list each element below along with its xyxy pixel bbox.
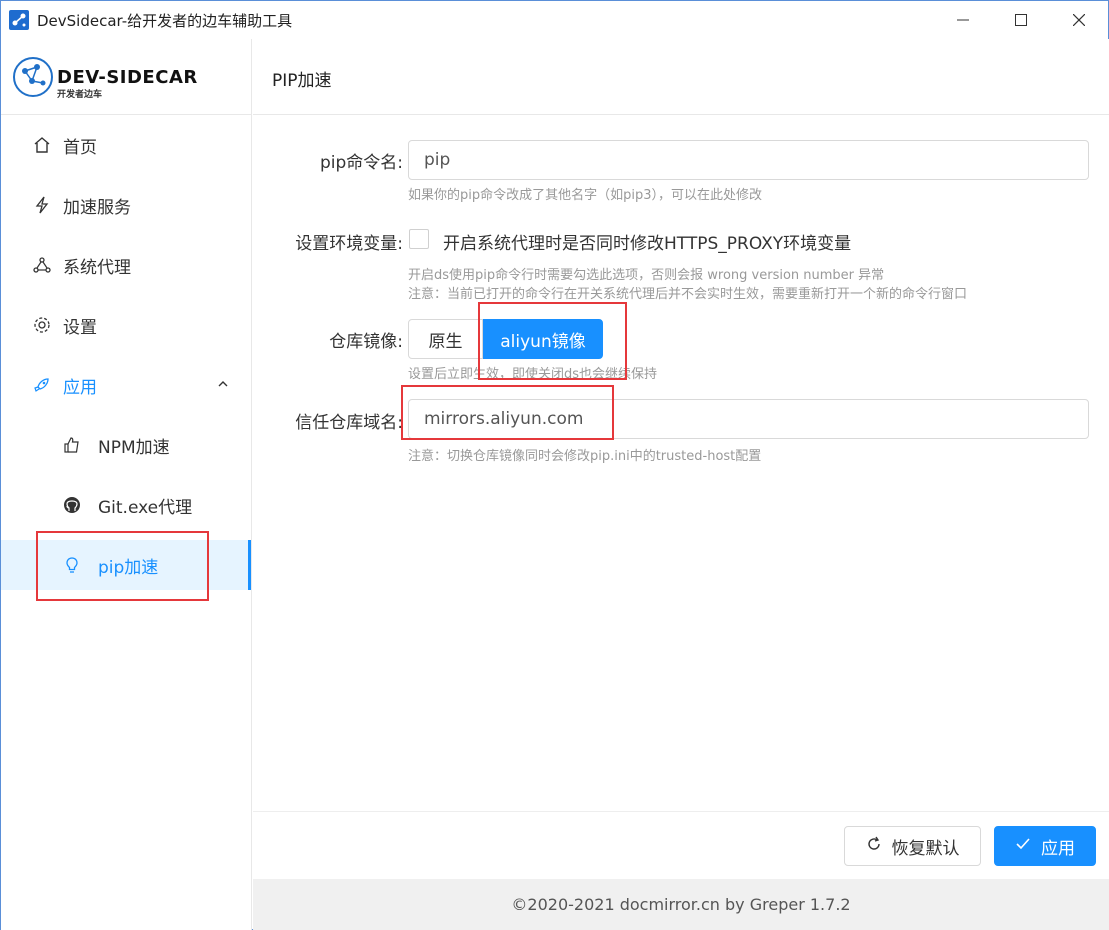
trusted-host-label: 信任仓库域名: (295, 413, 403, 433)
reset-label: 恢复默认 (891, 838, 960, 859)
title-bar[interactable]: DevSidecar-给开发者的边车辅助工具 (1, 1, 1108, 39)
logo-title: DEV-SIDECAR (57, 67, 198, 88)
maximize-icon (1015, 14, 1027, 26)
network-icon (33, 256, 51, 274)
refresh-icon (866, 836, 882, 857)
mirror-radio-group: 原生 aliyun镜像 (408, 319, 603, 359)
sidebar-item-settings[interactable]: 设置 (1, 300, 251, 350)
minimize-button[interactable] (934, 1, 992, 39)
pip-name-input[interactable]: pip (408, 140, 1089, 180)
apply-label: 应用 (1041, 838, 1075, 859)
action-bar: 恢复默认 应用 (253, 811, 1109, 879)
maximize-button[interactable] (992, 1, 1050, 39)
minimize-icon (957, 19, 969, 21)
window-title: DevSidecar-给开发者的边车辅助工具 (37, 12, 293, 30)
pip-name-help: 如果你的pip命令改成了其他名字（如pip3），可以在此处修改 (408, 188, 763, 203)
sidebar-item-npm[interactable]: NPM加速 (1, 420, 251, 470)
thumbs-up-icon (63, 436, 81, 454)
mirror-help: 设置后立即生效，即使关闭ds也会继续保持 (408, 367, 658, 382)
sidebar-item-apps[interactable]: 应用 (1, 360, 251, 410)
rocket-icon (33, 376, 51, 394)
sidebar-item-label: Git.exe代理 (98, 497, 193, 518)
trusted-host-help: 注意：切换仓库镜像同时会修改pip.ini中的trusted-host配置 (408, 449, 762, 464)
copyright: ©2020-2021 docmirror.cn by Greper 1.7.2 (253, 879, 1109, 930)
trusted-host-input[interactable]: mirrors.aliyun.com (408, 399, 1089, 439)
page-header: PIP加速 (253, 39, 1109, 115)
mirror-option-native[interactable]: 原生 (408, 319, 483, 359)
main-content: PIP加速 pip命令名: pip 如果你的pip命令改成了其他名字（如pip3… (253, 39, 1109, 930)
github-icon (63, 496, 81, 514)
bulb-icon (63, 556, 81, 574)
env-label: 设置环境变量: (295, 234, 403, 254)
app-icon (9, 10, 29, 30)
trusted-host-value: mirrors.aliyun.com (424, 409, 584, 429)
sidebar-item-home[interactable]: 首页 (1, 120, 251, 170)
gear-icon (33, 316, 51, 334)
sidebar-item-label: 首页 (63, 137, 97, 158)
sidebar-item-label: 系统代理 (63, 257, 131, 278)
lightning-icon (33, 196, 51, 214)
mirror-label: 仓库镜像: (329, 332, 403, 352)
pip-name-value: pip (424, 150, 451, 170)
env-help-2: 注意：当前已打开的命令行在开关系统代理后并不会实时生效，需要重新打开一个新的命令… (408, 287, 968, 302)
logo-icon (13, 57, 53, 97)
close-icon (1073, 14, 1085, 26)
home-icon (33, 136, 51, 154)
logo-subtitle: 开发者边车 (57, 90, 103, 100)
apply-button[interactable]: 应用 (994, 826, 1096, 866)
page-title: PIP加速 (272, 71, 332, 91)
check-icon (1015, 836, 1031, 857)
logo: DEV-SIDECAR 开发者边车 (1, 39, 251, 115)
pip-name-label: pip命令名: (319, 153, 403, 173)
chevron-up-icon (217, 378, 229, 393)
sidebar: DEV-SIDECAR 开发者边车 首页 加速服务 系统代理 设置 应用 NPM… (1, 39, 252, 930)
sidebar-item-label: 应用 (63, 377, 97, 398)
sidebar-item-system-proxy[interactable]: 系统代理 (1, 240, 251, 290)
sidebar-item-git[interactable]: Git.exe代理 (1, 480, 251, 530)
close-button[interactable] (1050, 1, 1108, 39)
env-checkbox-label[interactable]: 开启系统代理时是否同时修改HTTPS_PROXY环境变量 (443, 229, 851, 254)
mirror-option-aliyun[interactable]: aliyun镜像 (483, 319, 603, 359)
env-checkbox[interactable] (409, 229, 429, 249)
app-window: DevSidecar-给开发者的边车辅助工具 DEV-SIDECAR 开发者边车… (0, 0, 1109, 930)
sidebar-item-label: NPM加速 (98, 437, 170, 458)
sidebar-item-pip[interactable]: pip加速 (1, 540, 251, 590)
sidebar-item-label: pip加速 (98, 557, 159, 578)
env-help-1: 开启ds使用pip命令行时需要勾选此选项，否则会报 wrong version … (408, 268, 885, 283)
sidebar-item-label: 加速服务 (63, 197, 131, 218)
reset-button[interactable]: 恢复默认 (844, 826, 981, 866)
sidebar-item-label: 设置 (63, 317, 97, 338)
sidebar-item-acceleration[interactable]: 加速服务 (1, 180, 251, 230)
